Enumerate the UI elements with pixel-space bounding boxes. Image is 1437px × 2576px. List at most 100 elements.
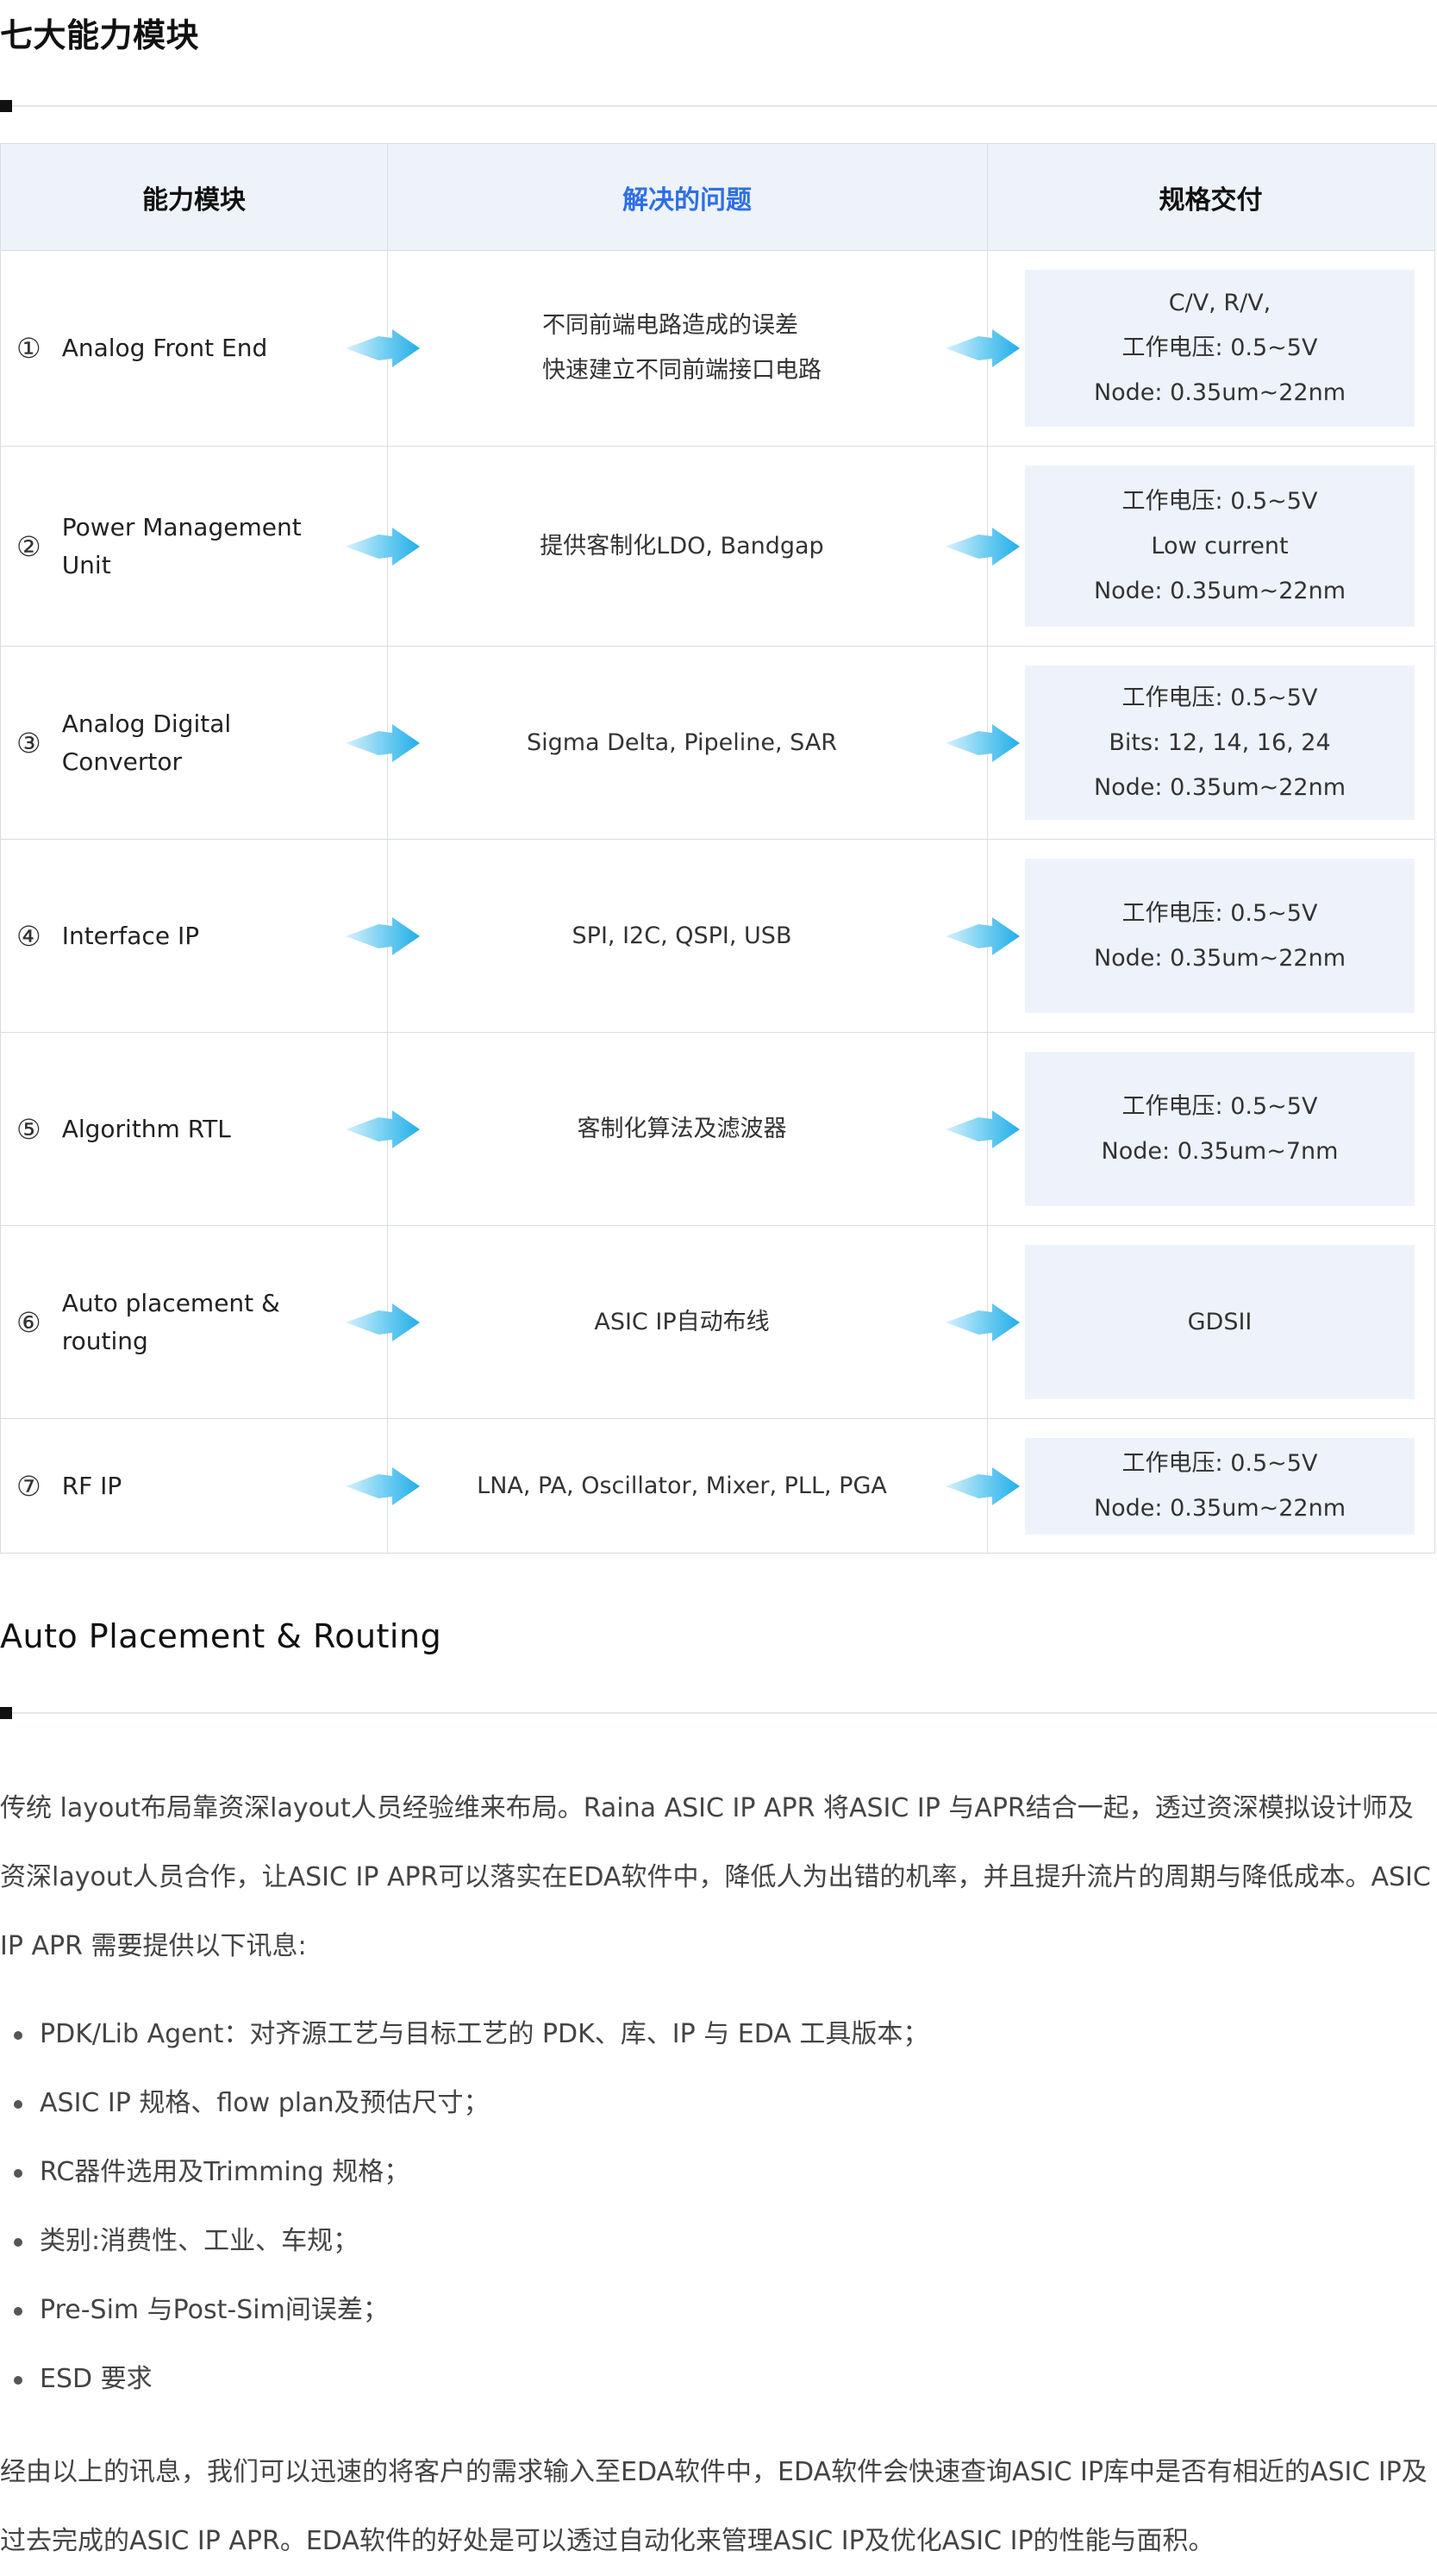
module-name: Algorithm RTL bbox=[61, 1114, 231, 1143]
bullet-dot-icon bbox=[14, 2031, 22, 2040]
spec-text: C/V, R/V, bbox=[1168, 290, 1271, 316]
table-row: ⑥ Auto placement & routing ASIC IP自动布线 GDSI… bbox=[1, 1226, 1434, 1419]
spec-text: 工作电压: 0.5~5V bbox=[1121, 1092, 1318, 1120]
spec-text: Low current bbox=[1151, 532, 1289, 560]
circled-number: ⑥ bbox=[16, 1305, 41, 1339]
apr-intro-paragraph: 传统 layout布局靠资深layout人员经验维来布局。Raina ASIC … bbox=[0, 1793, 1431, 1961]
module-cell: ③ Analog Digital Convertor bbox=[16, 647, 353, 839]
arrow-right-icon bbox=[946, 527, 1020, 566]
problem-cell: 提供客制化LDO, Bandgap bbox=[423, 447, 940, 646]
table-row: ⑤ Algorithm RTL 客制化算法及滤波器 工作电压: 0.5~5V Node:… bbox=[1, 1033, 1434, 1226]
list-item-text: ESD 要求 bbox=[40, 2364, 153, 2394]
list-item-text: PDK/Lib Agent：对齐源工艺与目标工艺的 PDK、库、IP 与 EDA… bbox=[40, 2019, 929, 2049]
header-delivery: 规格交付 bbox=[1159, 184, 1263, 216]
circled-number: ① bbox=[16, 332, 41, 365]
module-name: Analog Digital Convertor bbox=[61, 709, 232, 776]
spec-text: Node: 0.35um~22nm bbox=[1093, 944, 1346, 972]
arrow-right-icon bbox=[346, 1467, 420, 1505]
arrow-right-icon bbox=[946, 1467, 1020, 1505]
circled-number: ④ bbox=[16, 919, 41, 953]
bullet-dot-icon bbox=[14, 2238, 22, 2247]
module-cell: ⑦ RF IP bbox=[16, 1419, 353, 1554]
arrow-right-icon bbox=[946, 916, 1020, 955]
circled-number: ⑦ bbox=[16, 1470, 41, 1503]
table-header-row: 能力模块 解决的问题 规格交付 bbox=[1, 144, 1434, 251]
table-row: ④ Interface IP SPI, I2C, QSPI, USB 工作电压: 0.… bbox=[1, 840, 1434, 1033]
arrow-right-icon bbox=[346, 1110, 420, 1148]
arrow-right-icon bbox=[346, 329, 420, 367]
problem-text: 提供客制化LDO, Bandgap bbox=[540, 532, 824, 560]
spec-text: 工作电压: 0.5~5V bbox=[1121, 335, 1318, 361]
module-name: Interface IP bbox=[61, 921, 200, 950]
module-name: Power Management Unit bbox=[61, 512, 302, 579]
section-title-apr: Auto Placement & Routing bbox=[0, 1617, 442, 1655]
arrow-right-icon bbox=[346, 527, 420, 566]
spec-text: GDSII bbox=[1187, 1308, 1253, 1335]
spec-card: 工作电压: 0.5~5V Node: 0.35um~22nm bbox=[1025, 859, 1415, 1013]
list-item-text: ASIC IP 规格、flow plan及预估尺寸； bbox=[40, 2088, 490, 2118]
list-item: Pre-Sim 与Post-Sim间误差； bbox=[0, 2276, 928, 2345]
module-name: RF IP bbox=[61, 1472, 122, 1500]
bullet-dot-icon bbox=[14, 2169, 22, 2178]
table-row: ⑦ RF IP LNA, PA, Oscillator, Mixer, PLL, P… bbox=[1, 1419, 1434, 1554]
header-module: 能力模块 bbox=[142, 184, 246, 216]
requirements-list: PDK/Lib Agent：对齐源工艺与目标工艺的 PDK、库、IP 与 EDA… bbox=[0, 2000, 928, 2414]
divider-line bbox=[12, 1712, 1437, 1714]
problem-cell: SPI, I2C, QSPI, USB bbox=[423, 840, 940, 1032]
problem-text: 快速建立不同前端接口电路 bbox=[542, 357, 822, 384]
divider-line bbox=[12, 105, 1437, 107]
table-row: ② Power Management Unit 提供客制化LDO, Bandgap 工… bbox=[1, 447, 1434, 647]
spec-text: Node: 0.35um~22nm bbox=[1093, 773, 1346, 801]
list-item: PDK/Lib Agent：对齐源工艺与目标工艺的 PDK、库、IP 与 EDA… bbox=[0, 2000, 928, 2069]
problem-text: LNA, PA, Oscillator, Mixer, PLL, PGA bbox=[477, 1472, 887, 1499]
problem-text: ASIC IP自动布线 bbox=[594, 1308, 770, 1335]
circled-number: ③ bbox=[16, 726, 41, 760]
arrow-right-icon bbox=[346, 1303, 420, 1341]
problem-text: 不同前端电路造成的误差 bbox=[542, 312, 798, 339]
capability-modules-table: 能力模块 解决的问题 规格交付 ① Analog Front End 不同前端电路造… bbox=[0, 143, 1435, 1554]
module-name: Analog Front End bbox=[61, 334, 268, 362]
module-cell: ② Power Management Unit bbox=[16, 447, 353, 646]
list-item: ESD 要求 bbox=[0, 2345, 928, 2414]
circled-number: ⑤ bbox=[16, 1112, 41, 1146]
spec-card: C/V, R/V, 工作电压: 0.5~5V Node: 0.35um~22nm bbox=[1025, 270, 1415, 427]
apr-conclusion-paragraph: 经由以上的讯息，我们可以迅速的将客户的需求输入至EDA软件中，EDA软件会快速查… bbox=[0, 2457, 1428, 2556]
spec-text: Node: 0.35um~22nm bbox=[1093, 1495, 1346, 1522]
spec-text: 工作电压: 0.5~5V bbox=[1121, 1450, 1318, 1477]
arrow-right-icon bbox=[946, 723, 1020, 762]
module-name: Auto placement & routing bbox=[61, 1288, 280, 1355]
spec-text: 工作电压: 0.5~5V bbox=[1121, 487, 1318, 515]
divider-square-marker bbox=[0, 100, 12, 112]
spec-text: Node: 0.35um~22nm bbox=[1093, 577, 1346, 604]
list-item: RC器件选用及Trimming 规格； bbox=[0, 2138, 928, 2207]
list-item: 类别:消费性、工业、车规； bbox=[0, 2207, 928, 2276]
spec-card: 工作电压: 0.5~5V Bits: 12, 14, 16, 24 Node: 0.… bbox=[1025, 666, 1415, 820]
problem-cell: 客制化算法及滤波器 bbox=[423, 1033, 940, 1225]
circled-number: ② bbox=[16, 529, 41, 563]
list-item-text: 类别:消费性、工业、车规； bbox=[40, 2226, 359, 2256]
spec-text: Node: 0.35um~22nm bbox=[1093, 379, 1346, 406]
module-cell: ④ Interface IP bbox=[16, 840, 353, 1032]
list-item-text: RC器件选用及Trimming 规格； bbox=[40, 2157, 410, 2187]
bullet-dot-icon bbox=[14, 2376, 22, 2385]
spec-card: GDSII bbox=[1025, 1245, 1415, 1399]
problem-cell: LNA, PA, Oscillator, Mixer, PLL, PGA bbox=[423, 1419, 940, 1554]
problem-text: SPI, I2C, QSPI, USB bbox=[572, 922, 792, 949]
spec-text: 工作电压: 0.5~5V bbox=[1121, 684, 1318, 711]
module-cell: ⑥ Auto placement & routing bbox=[16, 1226, 353, 1418]
header-problem: 解决的问题 bbox=[622, 184, 752, 216]
section-divider bbox=[0, 100, 1437, 112]
arrow-right-icon bbox=[946, 1303, 1020, 1341]
list-item: ASIC IP 规格、flow plan及预估尺寸； bbox=[0, 2069, 928, 2138]
arrow-right-icon bbox=[346, 723, 420, 762]
module-cell: ① Analog Front End bbox=[16, 251, 353, 446]
arrow-right-icon bbox=[946, 329, 1020, 367]
spec-text: Bits: 12, 14, 16, 24 bbox=[1109, 728, 1331, 756]
table-row: ③ Analog Digital Convertor Sigma Delta, Pi… bbox=[1, 647, 1434, 840]
spec-text: Node: 0.35um~7nm bbox=[1101, 1137, 1339, 1165]
problem-cell: ASIC IP自动布线 bbox=[423, 1226, 940, 1418]
arrow-right-icon bbox=[346, 916, 420, 955]
arrow-right-icon bbox=[946, 1110, 1020, 1148]
divider-square-marker bbox=[0, 1707, 12, 1719]
spec-text: 工作电压: 0.5~5V bbox=[1121, 899, 1318, 927]
